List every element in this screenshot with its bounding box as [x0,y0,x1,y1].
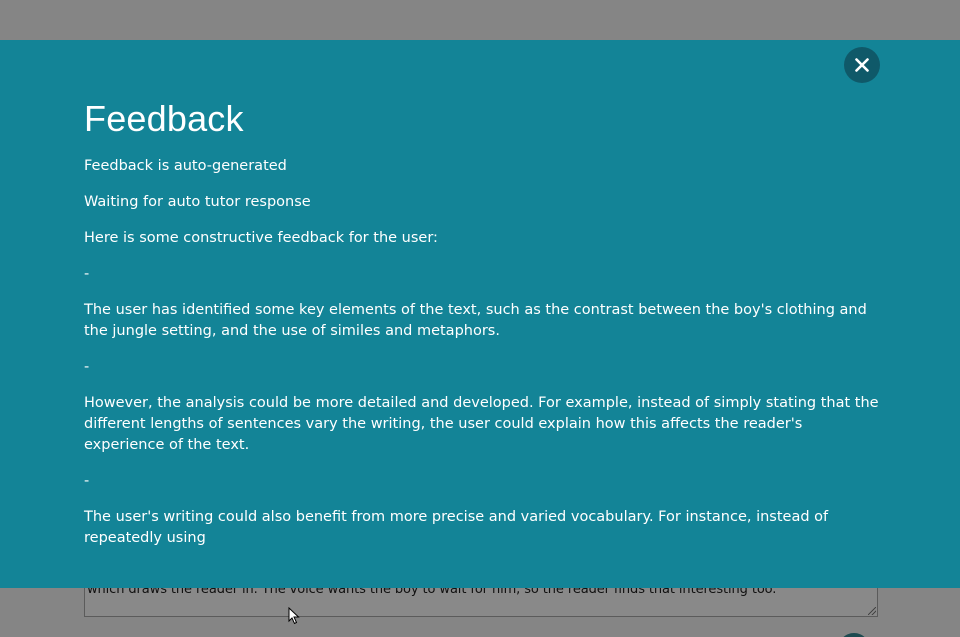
feedback-line: The user has identified some key element… [84,302,867,339]
feedback-line: Here is some constructive feedback for t… [84,230,438,246]
feedback-line: However, the analysis could be more deta… [84,395,879,453]
mouse-cursor-icon [288,607,300,625]
feedback-modal: Feedback Feedback is auto-generated Wait… [0,40,960,588]
resize-grip-icon[interactable] [868,607,876,615]
page-overlay-top [0,0,960,40]
feedback-line: Feedback is auto-generated [84,158,287,174]
feedback-separator: - [84,473,90,489]
feedback-line: The user's writing could also benefit fr… [84,509,829,546]
feedback-body: Feedback is auto-generated Waiting for a… [84,156,884,564]
modal-title: Feedback [84,98,244,139]
feedback-separator: - [84,359,90,375]
feedback-line: Waiting for auto tutor response [84,194,311,210]
close-icon [855,58,869,72]
feedback-separator: - [84,266,90,282]
close-button[interactable] [844,47,880,83]
